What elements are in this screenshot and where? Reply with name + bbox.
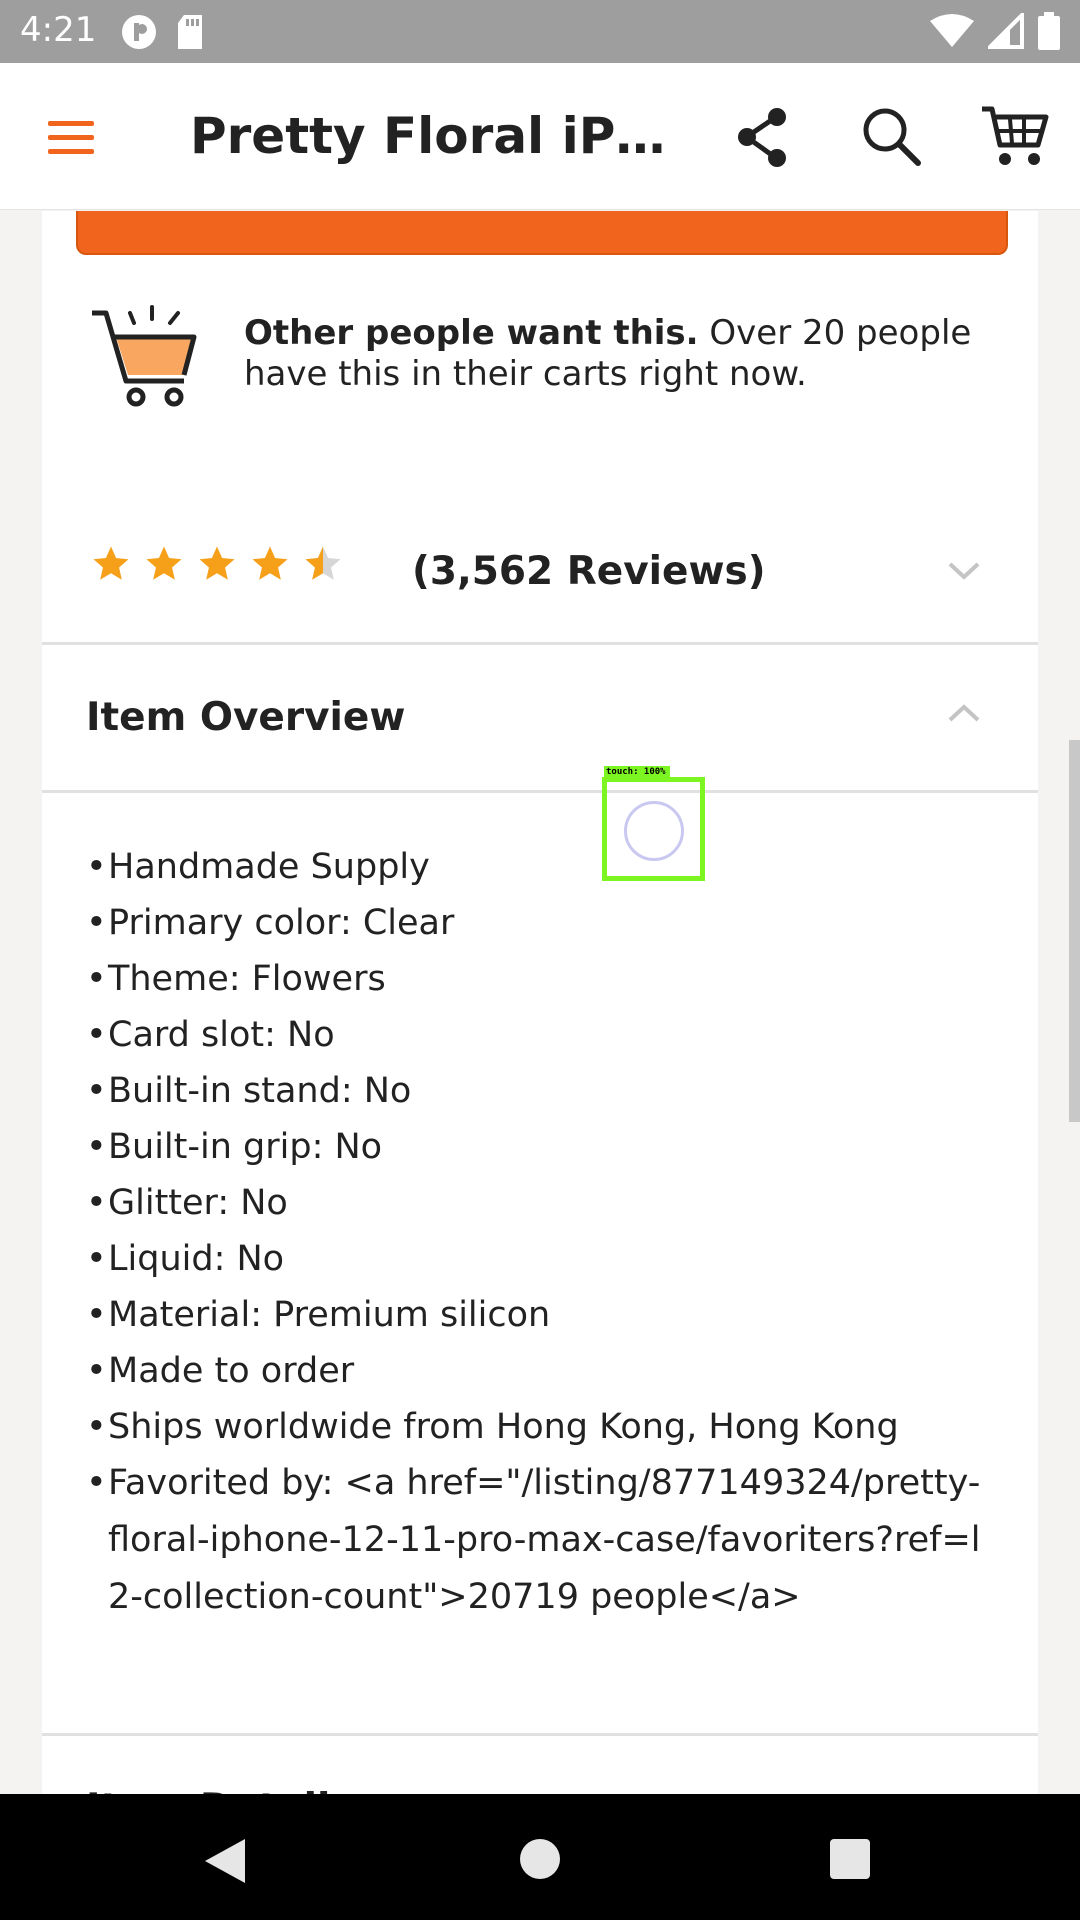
list-item: Liquid: No: [86, 1231, 986, 1287]
navigation-bar: [0, 1794, 1080, 1920]
item-details-title: Item Details: [86, 1786, 354, 1794]
home-icon[interactable]: [520, 1839, 560, 1879]
notification-icon: [122, 15, 156, 49]
battery-icon: [1038, 12, 1060, 50]
list-item: Material: Premium silicon: [86, 1287, 986, 1343]
chevron-up-icon[interactable]: [947, 703, 981, 723]
item-details-header[interactable]: Item Details: [42, 1733, 1038, 1794]
list-item: Made to order: [86, 1343, 986, 1399]
status-time: 4:21: [20, 10, 97, 50]
chevron-down-icon[interactable]: [947, 561, 981, 581]
list-item: Ships worldwide from Hong Kong, Hong Kon…: [86, 1399, 986, 1455]
cart-icon[interactable]: [980, 103, 1050, 169]
page-title: Pretty Floral iPhone 12/11 Pro Max Case: [190, 107, 690, 165]
list-item: Theme: Flowers: [86, 951, 986, 1007]
add-to-cart-button[interactable]: [76, 211, 1008, 255]
reviews-row[interactable]: (3,562 Reviews): [42, 499, 1038, 645]
back-icon[interactable]: [203, 1837, 247, 1885]
list-item: Built-in grip: No: [86, 1119, 986, 1175]
recent-apps-icon[interactable]: [830, 1839, 870, 1879]
star-icon: [252, 546, 288, 580]
status-bar: 4:21: [0, 0, 1080, 63]
touch-indicator-label: touch: 100%: [604, 766, 670, 778]
listing-content[interactable]: Other people want this. Over 20 people h…: [0, 211, 1080, 1794]
favorited-by-item: Favorited by: <a href="/listing/87714932…: [86, 1455, 986, 1626]
item-overview-list: Handmade Supply Primary color: Clear The…: [86, 839, 986, 1626]
demand-notice-bold: Other people want this.: [244, 313, 699, 353]
star-icon: [146, 546, 182, 580]
menu-icon[interactable]: [40, 113, 102, 163]
cart-illustration-icon: [92, 305, 197, 407]
star-icon: [199, 546, 235, 580]
rating-stars: [90, 543, 344, 585]
touch-point-indicator: [624, 801, 684, 861]
scrollbar[interactable]: [1069, 740, 1080, 1122]
half-star-icon: [305, 546, 341, 580]
list-item: Card slot: No: [86, 1007, 986, 1063]
item-overview-header[interactable]: Item Overview: [42, 645, 1038, 793]
demand-notice: Other people want this. Over 20 people h…: [244, 313, 1004, 395]
signal-icon: [988, 13, 1024, 49]
share-icon[interactable]: [730, 105, 796, 171]
star-icon: [93, 546, 129, 580]
list-item: Glitter: No: [86, 1175, 986, 1231]
item-overview-title: Item Overview: [86, 695, 406, 740]
app-bar: Pretty Floral iPhone 12/11 Pro Max Case: [0, 63, 1080, 210]
wifi-icon: [930, 14, 974, 47]
list-item: Handmade Supply: [86, 839, 986, 895]
list-item: Built-in stand: No: [86, 1063, 986, 1119]
search-icon[interactable]: [858, 103, 924, 169]
list-item: Primary color: Clear: [86, 895, 986, 951]
reviews-count: (3,562 Reviews): [412, 549, 766, 594]
listing-info-card: (3,562 Reviews) Item Overview Handmade S…: [42, 499, 1038, 1794]
sd-card-icon: [178, 15, 202, 49]
